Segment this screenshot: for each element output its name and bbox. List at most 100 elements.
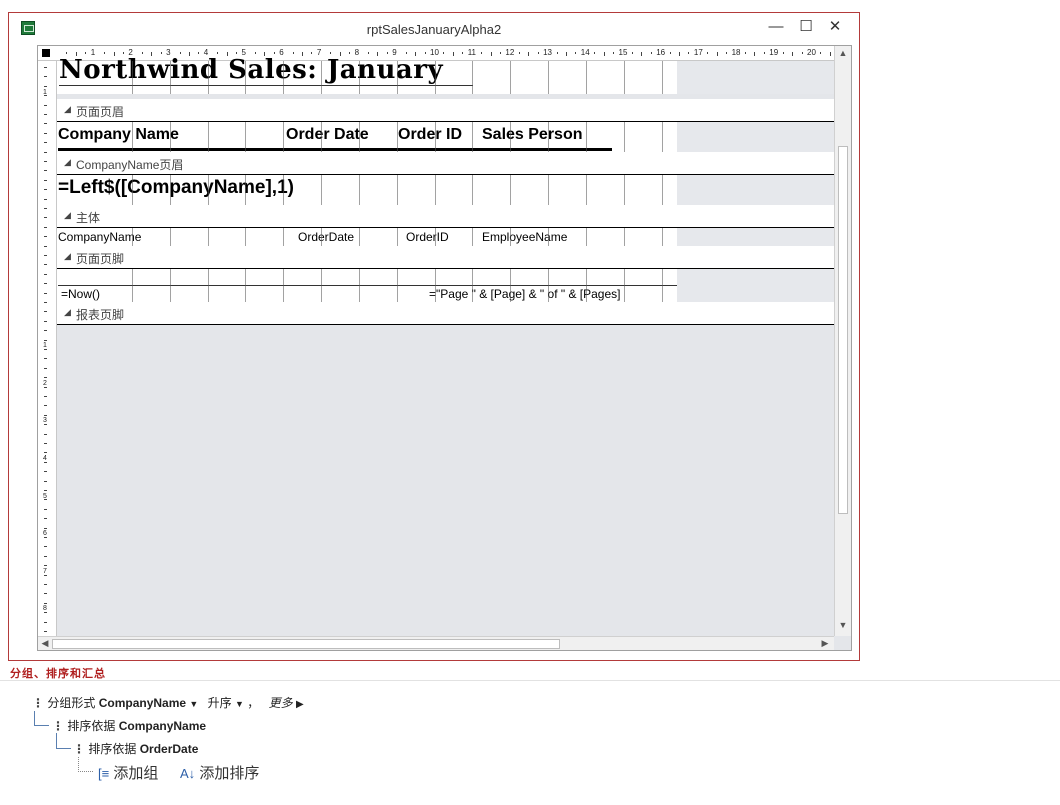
section-bar-page-header[interactable]: ◢ 页面页眉: [57, 99, 834, 122]
header-underline[interactable]: [58, 148, 612, 151]
horizontal-scroll-thumb[interactable]: [52, 639, 560, 649]
drag-handle-icon[interactable]: ⋮: [52, 719, 64, 733]
ruler-tick: [44, 151, 47, 153]
sort-order[interactable]: 升序: [208, 696, 232, 710]
report-title[interactable]: Northwind Sales: January: [59, 55, 443, 85]
ruler-tick: [44, 471, 47, 473]
horizontal-scrollbar[interactable]: ◀ ▶: [38, 636, 834, 650]
page-number-textbox[interactable]: ="Page " & [Page] & " of " & [Pages]: [429, 287, 620, 301]
now-textbox[interactable]: =Now(): [61, 287, 100, 301]
ruler-tick: [44, 339, 47, 341]
tree-connector: [34, 711, 49, 726]
label-sales-person[interactable]: Sales Person: [482, 126, 583, 144]
dropdown-arrow-icon[interactable]: ▼: [189, 699, 198, 709]
ruler-tick: [44, 518, 47, 520]
page-footer-band[interactable]: =Now() ="Page " & [Page] & " of " & [Pag…: [57, 269, 834, 302]
page-header-band[interactable]: Company Name Order Date Order ID Sales P…: [57, 122, 834, 152]
grid-line: [472, 269, 473, 302]
maximize-button[interactable]: ☐: [792, 17, 820, 37]
footer-line[interactable]: [58, 285, 677, 286]
group-expression-textbox[interactable]: =Left$([CompanyName],1): [58, 177, 294, 199]
section-label: 页面页脚: [76, 252, 125, 266]
ruler-number: 11: [467, 48, 476, 57]
grid-line: [321, 175, 322, 205]
label-order-date[interactable]: Order Date: [286, 126, 369, 144]
label-order-id[interactable]: Order ID: [398, 126, 462, 144]
more-arrow-icon[interactable]: ▶: [296, 699, 304, 710]
dropdown-arrow-icon[interactable]: ▼: [235, 699, 244, 709]
ruler-tick: [499, 52, 501, 54]
ruler-tick: [537, 52, 539, 54]
field-company-name[interactable]: CompanyName: [58, 230, 141, 244]
add-sort-button[interactable]: A↓ 添加排序: [180, 762, 259, 783]
minimize-button[interactable]: —: [762, 17, 790, 37]
field-employee-name[interactable]: EmployeeName: [482, 230, 567, 244]
label-company-name[interactable]: Company Name: [58, 126, 179, 144]
vertical-ruler[interactable]: 1 1 2 3 4 5 6 7 8: [38, 61, 57, 636]
field-order-id[interactable]: OrderID: [406, 230, 449, 244]
section-arrow-icon: ◢: [64, 210, 71, 220]
ruler-tick: [462, 52, 464, 54]
section-bar-group-header[interactable]: ◢ CompanyName页眉: [57, 152, 834, 175]
drag-handle-icon[interactable]: ⋮: [32, 696, 44, 710]
ruler-tick: [141, 52, 143, 54]
ruler-tick: [104, 52, 106, 54]
grid-line: [397, 175, 398, 205]
grid-line: [548, 61, 549, 94]
ruler-tick: [44, 123, 47, 125]
report-selector[interactable]: [42, 49, 50, 57]
sort-field[interactable]: CompanyName: [119, 719, 206, 733]
grid-line: [510, 61, 511, 94]
sort-field[interactable]: OrderDate: [140, 742, 199, 756]
vertical-scroll-thumb[interactable]: [838, 146, 848, 514]
band-extension: [677, 228, 834, 246]
grid-line: [283, 175, 284, 205]
grid-line: [435, 175, 436, 205]
grid-line: [397, 228, 398, 246]
ruler-tick: [311, 52, 313, 54]
ruler-tick: [44, 283, 47, 285]
grid-line: [662, 175, 663, 205]
section-bar-detail[interactable]: ◢ 主体: [57, 205, 834, 228]
ruler-tick: [801, 52, 803, 54]
drag-handle-icon[interactable]: ⋮: [73, 742, 85, 756]
grid-line: [245, 61, 246, 94]
group-header-band[interactable]: =Left$([CompanyName],1): [57, 175, 834, 205]
group-row[interactable]: ⋮ 分组形式 CompanyName ▼ 升序 ▼ ， 更多 ▶: [32, 694, 304, 711]
ruler-tick: [792, 52, 794, 56]
ruler-tick: [44, 621, 47, 623]
detail-band[interactable]: CompanyName OrderDate OrderID EmployeeNa…: [57, 228, 834, 246]
grid-line: [170, 122, 171, 152]
ruler-tick: [44, 264, 47, 266]
ruler-tick: [481, 52, 483, 54]
grid-line: [548, 122, 549, 152]
field-order-date[interactable]: OrderDate: [298, 230, 354, 244]
ruler-tick: [44, 433, 47, 435]
scroll-down-icon[interactable]: ▼: [837, 620, 849, 630]
section-bar-page-footer[interactable]: ◢ 页面页脚: [57, 246, 834, 269]
ruler-number: 20: [807, 48, 816, 57]
close-button[interactable]: ✕: [821, 17, 849, 37]
group-field[interactable]: CompanyName: [99, 696, 186, 710]
ruler-tick: [44, 142, 47, 144]
scroll-left-icon[interactable]: ◀: [40, 638, 50, 649]
grid-line: [662, 61, 663, 94]
sort-row-orderdate[interactable]: ⋮ 排序依据 OrderDate: [73, 740, 198, 757]
scroll-right-icon[interactable]: ▶: [820, 638, 830, 649]
ruler-number: 1: [43, 89, 47, 96]
sort-row-company[interactable]: ⋮ 排序依据 CompanyName: [52, 717, 206, 734]
grid-line: [359, 175, 360, 205]
scroll-up-icon[interactable]: ▲: [837, 48, 849, 58]
vertical-scrollbar[interactable]: ▲ ▼: [834, 46, 851, 636]
more-link[interactable]: 更多: [269, 696, 293, 710]
design-surface[interactable]: 1 2 3 4 5 6 7 8 9 10 11 12 13 14 15 16 17 18 19 20 11234567…: [37, 45, 852, 651]
grid-line: [624, 269, 625, 302]
add-group-button[interactable]: [≡ 添加组: [98, 762, 158, 783]
grid-line: [510, 175, 511, 205]
ruler-number: 6: [43, 530, 47, 537]
sort-prefix: 排序依据: [88, 742, 137, 756]
ruler-tick: [254, 52, 256, 54]
ruler-tick: [669, 52, 671, 54]
section-bar-report-footer[interactable]: ◢ 报表页脚: [57, 302, 834, 325]
report-header-band[interactable]: Northwind Sales: January: [57, 55, 834, 94]
